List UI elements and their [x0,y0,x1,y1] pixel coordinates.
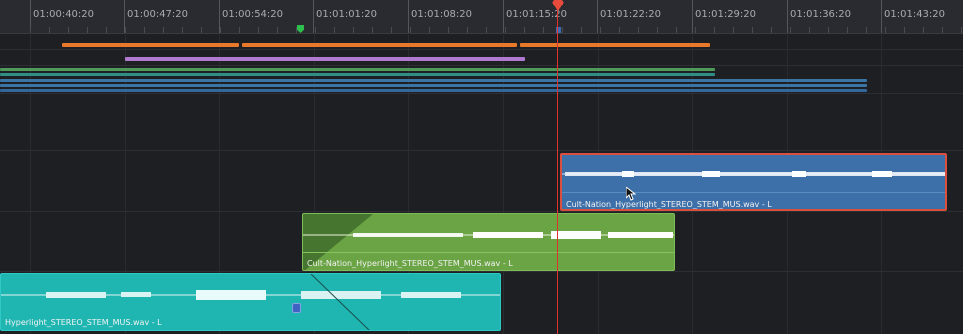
ruler-minor-tick [106,27,107,33]
green-clip-bar[interactable] [0,68,715,71]
ruler-minor-tick [315,27,316,33]
ruler-minor-tick [562,27,563,33]
playhead-line[interactable] [557,6,558,334]
ruler-minor-tick [277,27,278,33]
ruler-minor-tick [638,27,639,33]
ruler-minor-tick [942,27,943,33]
ruler-minor-tick [220,27,221,33]
ruler-minor-tick [144,27,145,33]
waveform [562,171,945,177]
mouse-cursor-icon [626,187,636,201]
timecode-label: 01:00:40:20 [33,9,95,20]
ruler-minor-tick [961,27,962,33]
ruler-minor-tick [258,27,259,33]
ruler-minor-tick [429,27,430,33]
ruler-minor-tick [239,27,240,33]
blue-clip-bar[interactable] [0,89,867,92]
ruler-minor-tick [923,27,924,33]
ruler-minor-tick [600,27,601,33]
track-divider [0,150,963,151]
timecode-label: 01:01:22:20 [600,9,662,20]
ruler-minor-tick [904,27,905,33]
ruler-tick [787,0,788,33]
timecode-label: 01:01:29:20 [695,9,757,20]
ruler-minor-tick [847,27,848,33]
fairlight-timeline[interactable]: 01:00:40:20 01:00:47:20 01:00:54:20 01:0… [0,0,963,334]
ruler-minor-tick [486,27,487,33]
timecode-label: 01:01:43:20 [884,9,946,20]
orange-clip-bar[interactable] [520,43,710,47]
ruler-tick [408,0,409,33]
clip-label: Hyperlight_STEREO_STEM_MUS.wav - L [5,318,162,327]
ruler-minor-tick [163,27,164,33]
purple-clip-bar[interactable] [125,57,525,61]
audio-clip-teal[interactable]: Hyperlight_STEREO_STEM_MUS.wav - L [0,273,501,331]
timecode-label: 01:01:36:20 [790,9,852,20]
ruler-minor-tick [657,27,658,33]
ruler-minor-tick [372,27,373,33]
clip-label: Cult-Nation_Hyperlight_STEREO_STEM_MUS.w… [566,200,772,209]
timecode-label: 01:01:01:20 [316,9,378,20]
ruler-tick [313,0,314,33]
ruler-minor-tick [182,27,183,33]
timecode-label: 01:00:47:20 [127,9,189,20]
ruler-minor-tick [68,27,69,33]
ruler-minor-tick [885,27,886,33]
ruler-tick [692,0,693,33]
timecode-ruler[interactable]: 01:00:40:20 01:00:47:20 01:00:54:20 01:0… [0,0,963,34]
ruler-minor-tick [695,27,696,33]
ruler-minor-tick [353,27,354,33]
ruler-minor-tick [866,27,867,33]
ruler-minor-tick [391,27,392,33]
teal-clip-bar[interactable] [0,73,715,76]
track-divider [0,211,963,212]
ruler-minor-tick [334,27,335,33]
audio-clip-green[interactable]: Cult-Nation_Hyperlight_STEREO_STEM_MUS.w… [302,213,675,271]
blue-clip-bar[interactable] [0,84,867,87]
track-divider [0,271,963,272]
ruler-minor-tick [87,27,88,33]
ruler-minor-tick [49,27,50,33]
ruler-minor-tick [714,27,715,33]
ruler-minor-tick [581,27,582,33]
ruler-minor-tick [201,27,202,33]
ruler-minor-tick [828,27,829,33]
ruler-minor-tick [733,27,734,33]
blue-clip-bar[interactable] [0,79,867,82]
ruler-tick [881,0,882,33]
ruler-minor-tick [790,27,791,33]
orange-clip-bar[interactable] [62,43,239,47]
ruler-minor-tick [410,27,411,33]
track-divider [0,49,963,50]
ruler-minor-tick [676,27,677,33]
ruler-tick [597,0,598,33]
ruler-minor-tick [543,27,544,33]
clip-marker-icon[interactable] [292,303,301,313]
ruler-minor-tick [524,27,525,33]
audio-clip-blue[interactable]: Cult-Nation_Hyperlight_STEREO_STEM_MUS.w… [560,153,947,211]
ruler-tick [503,0,504,33]
ruler-minor-tick [296,27,297,33]
ruler-minor-tick [467,27,468,33]
ruler-minor-tick [448,27,449,33]
playhead-icon[interactable] [552,2,564,11]
ruler-minor-tick [619,27,620,33]
clip-label: Cult-Nation_Hyperlight_STEREO_STEM_MUS.w… [307,259,513,268]
track-divider [0,65,963,66]
timecode-label: 01:01:08:20 [411,9,473,20]
ruler-minor-tick [771,27,772,33]
timecode-label: 01:00:54:20 [222,9,284,20]
waveform [303,231,674,239]
track-divider [0,93,963,94]
ruler-minor-tick [752,27,753,33]
orange-clip-bar[interactable] [242,43,517,47]
ruler-minor-tick [809,27,810,33]
ruler-minor-tick [505,27,506,33]
